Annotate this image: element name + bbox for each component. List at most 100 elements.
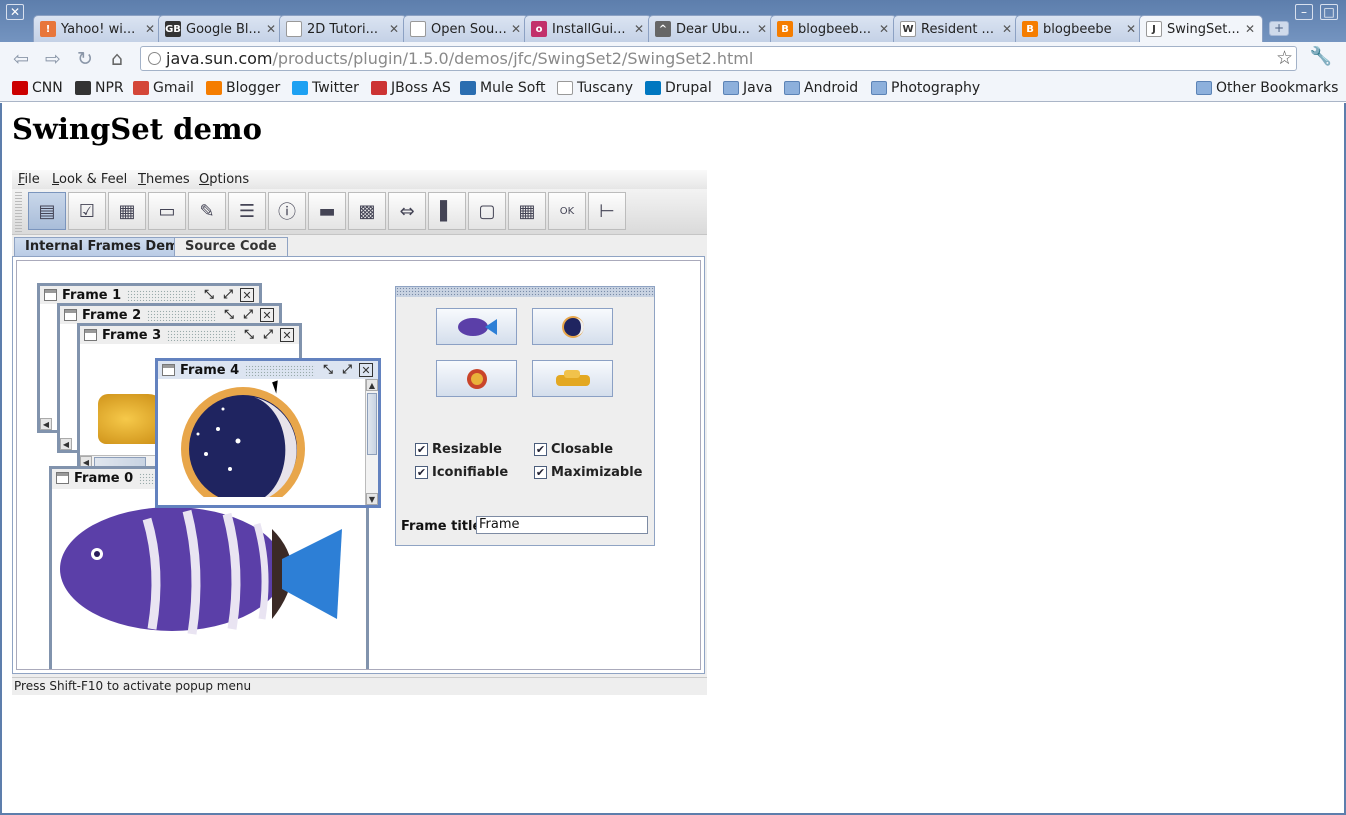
- tab-close-icon[interactable]: ✕: [755, 22, 769, 36]
- toolbar-button-option-pane[interactable]: ⓘ: [268, 192, 306, 230]
- frame-1-titlebar[interactable]: Frame 1 ⤡ ⤢ ✕: [40, 286, 259, 304]
- toolbar-button-tabbed-pane[interactable]: ▢: [468, 192, 506, 230]
- close-icon[interactable]: ✕: [280, 328, 294, 342]
- bookmark-item[interactable]: CNN: [12, 78, 63, 98]
- browser-tab[interactable]: J SwingSet... ✕: [1139, 15, 1263, 42]
- checkbox-iconifiable[interactable]: ✔ Iconifiable: [415, 465, 508, 480]
- toolbar-button-progress-bar[interactable]: ▬: [308, 192, 346, 230]
- menu-themes[interactable]: Themes: [138, 172, 190, 187]
- frame-3-titlebar[interactable]: Frame 3 ⤡ ⤢ ✕: [80, 326, 299, 344]
- toolbar-button-internal-frames[interactable]: ▤: [28, 192, 66, 230]
- iconify-icon[interactable]: ⤡: [222, 308, 236, 322]
- new-fish-frame-button[interactable]: [436, 308, 517, 345]
- toolbar-button-scroll-pane[interactable]: ▩: [348, 192, 386, 230]
- browser-tab[interactable]: GB Google Bl... ✕: [158, 15, 284, 42]
- tab-close-icon[interactable]: ✕: [1000, 22, 1014, 36]
- toolbar-button-buttons[interactable]: ☑: [68, 192, 106, 230]
- tab-close-icon[interactable]: ✕: [143, 22, 157, 36]
- browser-tab[interactable]: o InstallGui... ✕: [524, 15, 652, 42]
- scroll-left-icon[interactable]: ◀: [40, 418, 52, 430]
- browser-tab[interactable]: Open Sou... ✕: [403, 15, 529, 42]
- new-tab-button[interactable]: +: [1269, 21, 1289, 36]
- bookmark-item[interactable]: Blogger: [206, 78, 280, 98]
- scroll-down-icon[interactable]: ▼: [366, 493, 378, 505]
- toolbar-button-slider[interactable]: ⇔: [388, 192, 426, 230]
- frame-4-vscroll[interactable]: ▲ ▼: [365, 379, 378, 505]
- close-icon[interactable]: ✕: [260, 308, 274, 322]
- window-close-icon[interactable]: ✕: [6, 4, 24, 20]
- iconify-icon[interactable]: ⤡: [321, 363, 335, 377]
- wrench-icon[interactable]: 🔧: [1309, 45, 1333, 69]
- checkbox-box[interactable]: ✔: [415, 466, 428, 479]
- bookmark-item[interactable]: Photography: [871, 78, 980, 98]
- bookmark-star-icon[interactable]: ☆: [1276, 47, 1293, 70]
- frame-title-input[interactable]: Frame: [476, 516, 648, 534]
- checkbox-closable[interactable]: ✔ Closable: [534, 442, 613, 457]
- back-icon[interactable]: ⇦: [10, 48, 32, 70]
- tab-close-icon[interactable]: ✕: [264, 22, 278, 36]
- toolbar-button-split-pane[interactable]: ▌: [428, 192, 466, 230]
- maximize-icon[interactable]: ⤢: [241, 308, 255, 322]
- close-icon[interactable]: ✕: [359, 363, 373, 377]
- browser-tab[interactable]: 2D Tutori... ✕: [279, 15, 407, 42]
- bookmark-item[interactable]: NPR: [75, 78, 124, 98]
- menu-options[interactable]: Options: [199, 172, 249, 187]
- toolbar-button-color-chooser[interactable]: ▦: [108, 192, 146, 230]
- address-bar[interactable]: java.sun.com/products/plugin/1.5.0/demos…: [140, 46, 1297, 71]
- toolbar-button-table[interactable]: ▦: [508, 192, 546, 230]
- tab-close-icon[interactable]: ✕: [1243, 22, 1257, 36]
- window-maximize-icon[interactable]: □: [1320, 4, 1338, 20]
- new-sun-frame-button[interactable]: [436, 360, 517, 397]
- reload-icon[interactable]: ↻: [74, 48, 96, 70]
- scroll-up-icon[interactable]: ▲: [366, 379, 378, 391]
- new-car-frame-button[interactable]: [532, 360, 613, 397]
- browser-tab[interactable]: W Resident ... ✕: [893, 15, 1020, 42]
- close-icon[interactable]: ✕: [240, 288, 254, 302]
- new-moon-frame-button[interactable]: [532, 308, 613, 345]
- bookmark-item[interactable]: Android: [784, 78, 858, 98]
- bookmark-item[interactable]: Tuscany: [557, 78, 633, 98]
- iconify-icon[interactable]: ⤡: [242, 328, 256, 342]
- tab-internal-frames-demo[interactable]: Internal Frames Demo: [14, 237, 199, 257]
- checkbox-box[interactable]: ✔: [534, 466, 547, 479]
- toolbar-button-tree[interactable]: ⊢: [588, 192, 626, 230]
- other-bookmarks[interactable]: Other Bookmarks: [1196, 78, 1338, 98]
- bookmark-item[interactable]: Java: [723, 78, 773, 98]
- bookmark-item[interactable]: Mule Soft: [460, 78, 546, 98]
- browser-tab[interactable]: Bblogbeeb... ✕: [770, 15, 897, 42]
- frame-4-titlebar[interactable]: Frame 4 ⤡ ⤢ ✕: [158, 361, 378, 379]
- tab-close-icon[interactable]: ✕: [387, 22, 401, 36]
- tab-source-code[interactable]: Source Code: [174, 237, 288, 257]
- checkbox-box[interactable]: ✔: [534, 443, 547, 456]
- tab-close-icon[interactable]: ✕: [509, 22, 523, 36]
- tab-close-icon[interactable]: ✕: [632, 22, 646, 36]
- iconify-icon[interactable]: ⤡: [202, 288, 216, 302]
- bookmark-item[interactable]: Twitter: [292, 78, 359, 98]
- browser-tab[interactable]: ! Yahoo! wi... ✕: [33, 15, 163, 42]
- bookmark-item[interactable]: Drupal: [645, 78, 712, 98]
- frame-2-titlebar[interactable]: Frame 2 ⤡ ⤢ ✕: [60, 306, 279, 324]
- tab-close-icon[interactable]: ✕: [877, 22, 891, 36]
- vscroll-thumb[interactable]: [367, 393, 377, 455]
- checkbox-box[interactable]: ✔: [415, 443, 428, 456]
- maximize-icon[interactable]: ⤢: [221, 288, 235, 302]
- forward-icon[interactable]: ⇨: [42, 48, 64, 70]
- toolbar-button-combobox[interactable]: ▭: [148, 192, 186, 230]
- bookmark-item[interactable]: Gmail: [133, 78, 194, 98]
- toolbar-button-tooltip[interactable]: OK: [548, 192, 586, 230]
- menu-look-feel[interactable]: Look & Feel: [52, 172, 127, 187]
- browser-tab[interactable]: ^ Dear Ubu... ✕: [648, 15, 775, 42]
- toolbar-grip[interactable]: [15, 192, 22, 232]
- checkbox-resizable[interactable]: ✔ Resizable: [415, 442, 502, 457]
- maximize-icon[interactable]: ⤢: [340, 363, 354, 377]
- checkbox-maximizable[interactable]: ✔ Maximizable: [534, 465, 642, 480]
- scroll-left-icon[interactable]: ◀: [60, 438, 72, 450]
- maximize-icon[interactable]: ⤢: [261, 328, 275, 342]
- toolbar-button-file-chooser[interactable]: ☰: [228, 192, 266, 230]
- browser-tab[interactable]: Bblogbeebe ✕: [1015, 15, 1144, 42]
- menu-file[interactable]: File: [18, 172, 40, 187]
- toolbar-button-editor-pane[interactable]: ✎: [188, 192, 226, 230]
- bookmark-item[interactable]: JBoss AS: [371, 78, 451, 98]
- tab-close-icon[interactable]: ✕: [1124, 22, 1138, 36]
- window-minimize-icon[interactable]: –: [1295, 4, 1313, 20]
